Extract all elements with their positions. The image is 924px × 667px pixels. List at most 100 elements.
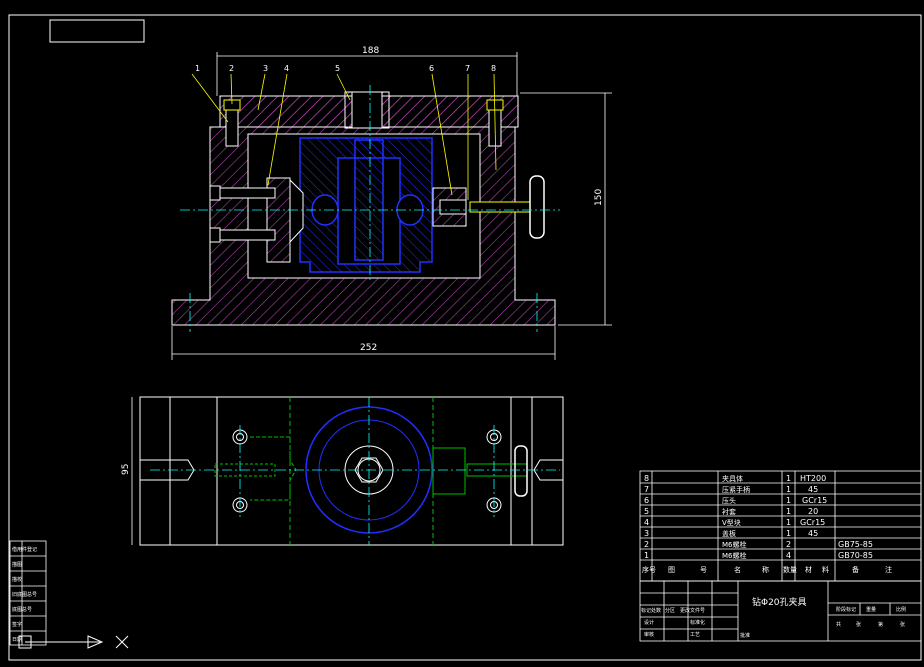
balloon-2: 2: [229, 64, 234, 73]
plan-handle: [514, 445, 528, 497]
bom-name: V型块: [722, 518, 741, 527]
clamp-screw: [469, 201, 535, 213]
bom-row: 1 M6螺栓 4 GB70-85: [644, 551, 873, 560]
balloon-labels: 1 2 3 4 5 6 7 8: [195, 64, 496, 73]
tb-label: 批准: [740, 632, 750, 639]
bom-qty: 1: [786, 496, 791, 505]
bom-material: 45: [808, 529, 818, 538]
balloon-6: 6: [429, 64, 434, 73]
plan-view: 95: [121, 396, 564, 546]
bom-header-cell: 号: [700, 566, 707, 574]
bom-name: M6螺栓: [722, 540, 747, 549]
clamp-handle-hub: [529, 175, 545, 239]
left-panel-labels: 借用件登记 描图 描校 旧底图总号 底图总号 签字 日期: [12, 546, 37, 643]
dim-top-width: 188: [362, 46, 379, 56]
bom-no: 2: [644, 540, 649, 549]
tb-label: 处数: [651, 607, 661, 614]
tb-label: 阶段标记: [836, 606, 856, 613]
bom-no: 6: [644, 496, 649, 505]
lp-label: 描校: [12, 576, 22, 583]
lp-label: 日期: [12, 637, 22, 643]
bom-no: 1: [644, 551, 649, 560]
bom-header: 序号 图 号 名 称 数量 材 料 备 注: [642, 565, 892, 574]
bom-material: GCr15: [800, 518, 825, 527]
bom-header-cell: 料: [822, 565, 829, 574]
title-tag-box: [49, 19, 145, 43]
tb-label: 分区: [665, 607, 675, 614]
bom-rows: 8 夹具体 1 HT200 7 压紧手柄 1 45 6 压头 1 GCr15 5…: [642, 474, 892, 574]
bom-name: 盖板: [722, 529, 736, 538]
bom-header-cell: 数量: [783, 565, 797, 574]
dim-height: 150: [594, 189, 604, 206]
balloon-5: 5: [335, 64, 340, 73]
bom-qty: 1: [786, 474, 791, 483]
lp-label: 旧底图总号: [12, 591, 37, 598]
drawing-title: 钻Φ20孔夹具: [752, 596, 807, 608]
balloon-8: 8: [491, 64, 496, 73]
bom-material: GCr15: [802, 496, 827, 505]
balloon-1: 1: [195, 64, 200, 73]
tb-label: 标准化: [690, 619, 705, 626]
tb-label: 设计: [644, 619, 654, 626]
bom-name: 夹具体: [722, 474, 743, 483]
plan-centerlines: [150, 397, 560, 545]
bom-qty: 1: [786, 485, 791, 494]
bom-row: 2 M6螺栓 2 GB75-85: [644, 540, 873, 549]
tb-label: 共: [836, 621, 841, 628]
ucs-icon: [18, 635, 129, 649]
dim-plan-depth: 95: [121, 464, 131, 475]
bom-no: 3: [644, 529, 649, 538]
lp-label: 签字: [12, 621, 22, 628]
bom-row: 4 V型块 1 GCr15: [644, 518, 825, 527]
lp-label: 底图总号: [12, 606, 32, 613]
bom-no: 8: [644, 474, 649, 483]
bom-table: [639, 470, 922, 582]
dim-bottom-width: 252: [360, 343, 377, 353]
front-section-view: [171, 85, 560, 332]
bom-qty: 1: [786, 518, 791, 527]
tb-label: 重量: [866, 606, 876, 613]
bom-note: GB75-85: [838, 540, 873, 549]
bom-header-cell: 图: [668, 566, 675, 574]
tb-label: 更改文件号: [680, 607, 705, 614]
bom-row: 6 压头 1 GCr15: [644, 496, 827, 505]
bom-header-cell: 名: [734, 565, 741, 574]
bom-qty: 1: [786, 507, 791, 516]
workpiece-shaft: [354, 139, 384, 261]
bom-qty: 4: [786, 551, 791, 560]
bom-material: 45: [808, 485, 818, 494]
bom-row: 3 盖板 1 45: [644, 529, 818, 538]
bom-header-cell: 备: [852, 565, 859, 574]
bom-header-cell: 材: [805, 565, 812, 574]
bom-no: 7: [644, 485, 649, 494]
bushing-bore: [351, 91, 383, 129]
bom-name: 衬套: [722, 507, 736, 516]
pressure-head-hole: [439, 199, 467, 215]
tb-label: 审核: [644, 631, 654, 638]
bom-material: HT200: [800, 474, 826, 483]
bom-name: M6螺栓: [722, 551, 747, 560]
bom-note: GB70-85: [838, 551, 873, 560]
cad-drawing-canvas[interactable]: 188 150 252 1 2 3 4 5 6 7 8 95 8 夹具体 1 H…: [0, 0, 924, 667]
tb-label: 张: [856, 621, 861, 628]
balloon-3: 3: [263, 64, 268, 73]
lp-label: 描图: [12, 561, 22, 568]
bom-row: 7 压紧手柄 1 45: [644, 485, 818, 494]
lp-label: 借用件登记: [12, 546, 37, 553]
plan-outline: [139, 396, 564, 546]
title-block-labels: 标记 处数 分区 更改文件号 设计 标准化 审核 工艺 阶段标记 重量 比例 共…: [641, 606, 906, 639]
bom-name: 压头: [722, 496, 736, 505]
bom-header-cell: 注: [885, 565, 892, 574]
bom-no: 5: [644, 507, 649, 516]
bom-name: 压紧手柄: [722, 485, 750, 494]
bom-header-cell: 称: [762, 565, 769, 574]
bom-qty: 1: [786, 529, 791, 538]
tb-label: 第: [878, 621, 883, 628]
balloon-7: 7: [465, 64, 470, 73]
bom-row: 5 衬套 1 20: [644, 507, 818, 516]
balloon-4: 4: [284, 64, 289, 73]
bom-no: 4: [644, 518, 649, 527]
tb-label: 比例: [896, 606, 906, 613]
tb-label: 工艺: [690, 632, 700, 638]
bom-header-cell: 序号: [642, 565, 656, 574]
